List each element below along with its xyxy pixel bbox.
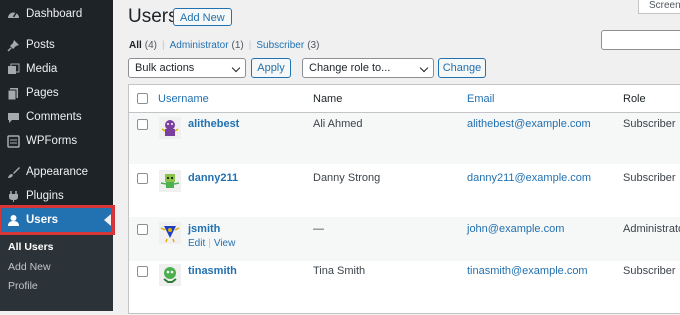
sidebar-item-label: Dashboard [26,8,83,20]
change-role-value: Change role to... [309,62,391,74]
sidebar-item-pages[interactable]: Pages [0,82,113,104]
sidebar-item-comments[interactable]: Comments [0,106,113,128]
user-icon [6,213,20,227]
sidebar-item-label: Comments [26,111,82,123]
submenu-item-all-users[interactable]: All Users [8,241,54,253]
sidebar-item-label: Plugins [26,190,64,202]
sidebar-item-wpforms[interactable]: WPForms [0,130,113,152]
role-cell: Administrator [623,223,680,235]
email-link[interactable]: alithebest@example.com [467,118,591,130]
role-cell: Subscriber [623,265,676,277]
email-link[interactable]: tinasmith@example.com [467,265,588,277]
brush-icon [6,165,20,179]
page-title: Users [128,6,178,27]
filter-all[interactable]: All [129,40,142,51]
filter-separator: | [162,40,165,51]
username-link[interactable]: alithebest [188,118,239,130]
role-cell: Subscriber [623,118,676,130]
role-filters: All (4) | Administrator (1) | Subscriber… [129,40,319,51]
submenu-item-add-new[interactable]: Add New [8,261,51,273]
avatar [159,117,181,139]
change-role-select[interactable]: Change role to... [302,58,434,78]
avatar [159,222,181,244]
filter-subscriber[interactable]: Subscriber [256,40,304,51]
chevron-down-icon [419,63,429,73]
media-icon [6,62,20,76]
username-link[interactable]: jsmith [188,223,220,235]
chevron-down-icon [231,63,241,73]
users-table: Username Name Email Role alithebest Ali … [128,84,680,314]
view-link[interactable]: View [214,238,236,249]
row-actions: Edit | View [188,238,235,249]
filter-separator: | [248,40,252,51]
screen-options-button[interactable]: Screen [638,0,680,14]
name-cell: Ali Ahmed [313,118,363,130]
apply-button[interactable]: Apply [251,58,291,78]
sidebar-item-label: Pages [26,87,59,99]
email-link[interactable]: danny211@example.com [467,172,591,184]
table-row: alithebest Ali Ahmed alithebest@example.… [129,113,680,164]
users-submenu: All Users Add New Profile [0,235,113,311]
row-checkbox[interactable] [137,119,148,130]
name-cell: Danny Strong [313,172,381,184]
pin-icon [6,38,20,52]
sidebar-item-plugins[interactable]: Plugins [0,185,113,207]
column-name: Name [313,93,343,105]
column-role: Role [623,93,646,105]
admin-sidebar: Dashboard Posts Media Pages Comments WPF… [0,0,115,311]
username-link[interactable]: danny211 [188,172,238,184]
column-email[interactable]: Email [467,93,495,105]
sidebar-item-label: WPForms [26,135,78,147]
avatar [159,170,181,192]
sidebar-item-label: Users [26,214,58,226]
column-username[interactable]: Username [158,93,209,105]
dashboard-icon [6,7,20,21]
bulk-actions-value: Bulk actions [135,62,195,74]
sidebar-item-label: Appearance [26,166,89,178]
page-icon [6,86,20,100]
search-input[interactable] [601,30,680,50]
row-checkbox[interactable] [137,224,148,235]
select-all-checkbox[interactable] [137,93,148,104]
table-row: danny211 Danny Strong danny211@example.c… [129,164,680,217]
sidebar-item-posts[interactable]: Posts [0,34,113,56]
avatar [159,264,181,286]
sidebar-item-users[interactable]: Users [0,205,115,235]
edit-link[interactable]: Edit [188,238,205,249]
row-checkbox[interactable] [137,173,148,184]
filter-administrator-count: (1) [231,40,244,51]
sidebar-item-appearance[interactable]: Appearance [0,161,113,183]
table-header: Username Name Email Role [129,85,680,113]
filter-subscriber-count: (3) [307,40,320,51]
name-cell: Tina Smith [313,265,366,277]
table-row: jsmith Edit | View — john@example.com Admi… [129,217,680,261]
role-cell: Subscriber [623,172,676,184]
sidebar-item-media[interactable]: Media [0,58,113,80]
sidebar-item-dashboard[interactable]: Dashboard [0,3,113,25]
sidebar-item-label: Media [26,63,58,75]
change-button[interactable]: Change [438,58,486,78]
active-indicator [104,214,111,226]
plug-icon [6,189,20,203]
table-row: tinasmith Tina Smith tinasmith@example.c… [129,261,680,315]
name-cell: — [313,223,324,235]
username-link[interactable]: tinasmith [188,265,237,277]
email-link[interactable]: john@example.com [467,223,564,235]
submenu-item-profile[interactable]: Profile [8,280,38,292]
sidebar-item-label: Posts [26,39,55,51]
add-new-button[interactable]: Add New [173,8,232,26]
row-checkbox[interactable] [137,266,148,277]
forms-icon [6,134,20,148]
bulk-actions-select[interactable]: Bulk actions [128,58,246,78]
comment-icon [6,110,20,124]
action-separator: | [208,238,211,249]
filter-all-count: (4) [144,40,158,51]
filter-administrator[interactable]: Administrator [170,40,229,51]
